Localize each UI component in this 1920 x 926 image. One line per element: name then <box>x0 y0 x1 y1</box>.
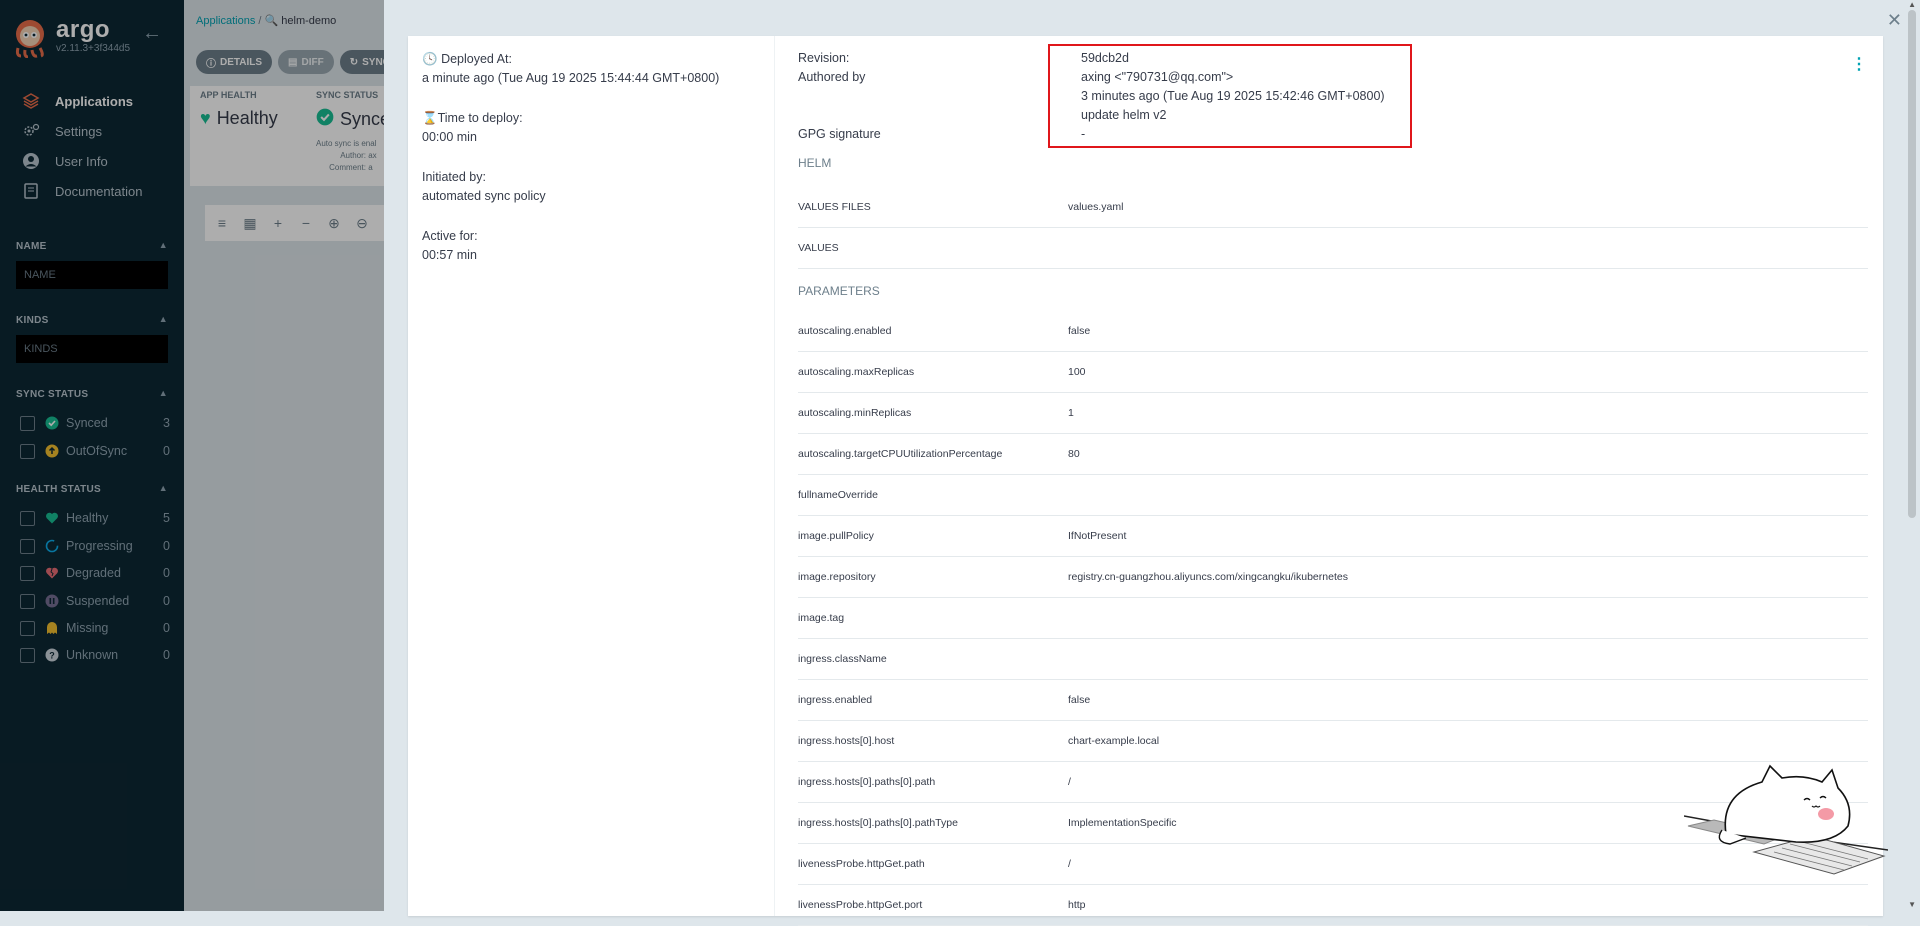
hourglass-icon: ⌛ <box>422 111 438 125</box>
param-key: livenessProbe.httpGet.port <box>798 899 923 911</box>
param-value: IfNotPresent <box>1068 530 1127 542</box>
param-key: autoscaling.maxReplicas <box>798 366 915 378</box>
deployed-at-label: Deployed At: <box>441 52 512 66</box>
param-key: ingress.hosts[0].paths[0].pathType <box>798 817 958 829</box>
values-label: VALUES <box>798 242 839 254</box>
time-to-deploy-label: Time to deploy: <box>437 111 523 125</box>
time-to-deploy-value: 00:00 min <box>422 130 477 144</box>
gpg-label: GPG signature <box>798 127 881 141</box>
clock-icon: 🕓 <box>422 52 438 66</box>
param-row: ingress.className <box>798 639 1868 680</box>
param-row: image.repository registry.cn-guangzhou.al… <box>798 557 1868 598</box>
param-key: ingress.hosts[0].host <box>798 735 895 747</box>
initiated-by-label: Initiated by: <box>422 170 486 184</box>
values-files-label: VALUES FILES <box>798 201 871 213</box>
param-value: 1 <box>1068 407 1074 419</box>
param-key: autoscaling.enabled <box>798 325 892 337</box>
panel-scrollbar-thumb[interactable] <box>1908 10 1916 518</box>
param-value: false <box>1068 694 1091 706</box>
param-value: / <box>1068 776 1071 788</box>
deployed-at-value: a minute ago (Tue Aug 19 2025 15:44:44 G… <box>422 71 720 85</box>
param-value: / <box>1068 858 1071 870</box>
param-row: image.pullPolicy IfNotPresent <box>798 516 1868 557</box>
param-key: image.pullPolicy <box>798 530 874 542</box>
param-key: ingress.hosts[0].paths[0].path <box>798 776 936 788</box>
param-row: autoscaling.enabled false <box>798 311 1868 352</box>
param-row: autoscaling.maxReplicas 100 <box>798 352 1868 393</box>
scroll-down-arrow-icon[interactable]: ▼ <box>1908 900 1916 909</box>
param-key: ingress.enabled <box>798 694 873 706</box>
values-row: VALUES <box>798 228 1868 269</box>
param-row: autoscaling.targetCPUUtilizationPercenta… <box>798 434 1868 475</box>
param-value: false <box>1068 325 1091 337</box>
param-value: 80 <box>1068 448 1080 460</box>
column-divider <box>774 36 775 916</box>
param-row: fullnameOverride <box>798 475 1868 516</box>
param-value: chart-example.local <box>1068 735 1160 747</box>
param-key: ingress.className <box>798 653 887 665</box>
param-key: autoscaling.minReplicas <box>798 407 912 419</box>
scroll-up-arrow-icon[interactable]: ▲ <box>1908 0 1916 9</box>
modal-overlay[interactable] <box>0 0 384 911</box>
revision-label: Revision: <box>798 51 850 65</box>
operation-card: 🕓 Deployed At: a minute ago (Tue Aug 19 … <box>408 36 1883 926</box>
param-value: http <box>1068 899 1086 911</box>
param-value: registry.cn-guangzhou.aliyuncs.com/xingc… <box>1068 571 1348 583</box>
active-for-value: 00:57 min <box>422 248 477 262</box>
param-row: ingress.enabled false <box>798 680 1868 721</box>
highlight-box <box>1048 44 1412 148</box>
param-row: image.tag <box>798 598 1868 639</box>
more-options-icon[interactable]: ⋮ <box>1851 54 1867 74</box>
parameters-section-title: PARAMETERS <box>798 284 880 298</box>
values-files-row: VALUES FILES values.yaml <box>798 187 1868 228</box>
cat-typing-sticker-icon <box>1684 764 1888 875</box>
values-files-value: values.yaml <box>1068 201 1124 213</box>
param-value: 100 <box>1068 366 1086 378</box>
operation-summary: 🕓 Deployed At: a minute ago (Tue Aug 19 … <box>422 50 762 286</box>
param-row: livenessProbe.httpGet.port http <box>798 885 1868 926</box>
param-value: ImplementationSpecific <box>1068 817 1177 829</box>
param-key: fullnameOverride <box>798 489 878 501</box>
param-key: autoscaling.targetCPUUtilizationPercenta… <box>798 448 1003 460</box>
param-row: autoscaling.minReplicas 1 <box>798 393 1868 434</box>
authored-by-label: Authored by <box>798 70 866 84</box>
param-key: image.tag <box>798 612 845 624</box>
active-for-label: Active for: <box>422 229 478 243</box>
param-key: image.repository <box>798 571 876 583</box>
param-key: livenessProbe.httpGet.path <box>798 858 925 870</box>
param-row: ingress.hosts[0].host chart-example.local <box>798 721 1868 762</box>
helm-section-title: HELM <box>798 156 832 170</box>
close-icon[interactable]: ✕ <box>1887 10 1902 31</box>
initiated-by-value: automated sync policy <box>422 189 546 203</box>
